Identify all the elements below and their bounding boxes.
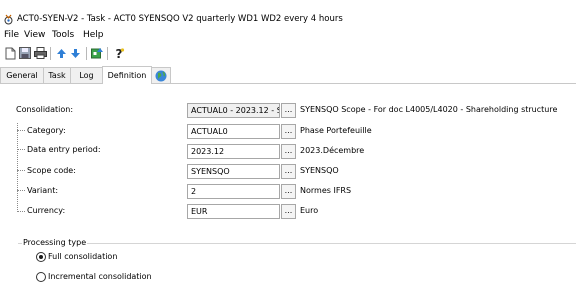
data-entry-period-field[interactable]: 2023.12 xyxy=(187,144,280,159)
help-icon[interactable]: ? xyxy=(112,46,126,60)
data-entry-period-description: 2023.Décembre xyxy=(300,146,365,155)
tab-globe[interactable] xyxy=(151,67,171,83)
variant-browse-button[interactable]: ... xyxy=(281,184,296,199)
top-strip xyxy=(0,0,576,10)
arrow-up-icon[interactable] xyxy=(54,46,68,60)
app-icon xyxy=(3,14,14,25)
menu-tools[interactable]: Tools xyxy=(52,30,74,40)
tab-log[interactable]: Log xyxy=(70,67,103,83)
consolidation-field[interactable]: ACTUAL0 - 2023.12 - S xyxy=(187,103,280,118)
variant-description: Normes IFRS xyxy=(300,186,352,195)
tree-branch xyxy=(17,170,25,172)
save-icon[interactable] xyxy=(18,46,32,60)
currency-label: Currency: xyxy=(27,206,66,215)
toolbar-separator xyxy=(107,47,108,60)
category-field[interactable]: ACTUAL0 xyxy=(187,124,280,139)
variant-label: Variant: xyxy=(27,186,59,195)
menu-bar: File View Tools Help xyxy=(0,29,576,43)
processing-type-label: Processing type xyxy=(22,238,88,247)
title-bar: ACT0-SYEN-V2 - Task - ACT0 SYENSQO V2 qu… xyxy=(0,10,576,28)
menu-view[interactable]: View xyxy=(24,30,45,40)
tab-strip: General Task Log Definition xyxy=(0,66,576,84)
menu-file[interactable]: File xyxy=(4,30,19,40)
incremental-consolidation-radio[interactable] xyxy=(36,272,46,282)
tree-branch xyxy=(17,149,25,151)
currency-field[interactable]: EUR xyxy=(187,204,280,219)
consolidation-description: SYENSQO Scope - For doc L4005/L4020 - Sh… xyxy=(300,105,558,114)
menu-help[interactable]: Help xyxy=(83,30,104,40)
tree-branch xyxy=(17,130,25,132)
data-entry-period-label: Data entry period: xyxy=(27,145,101,154)
tab-general[interactable]: General xyxy=(0,67,44,83)
scope-code-field[interactable]: SYENSQO xyxy=(187,164,280,179)
category-description: Phase Portefeuille xyxy=(300,126,372,135)
run-icon[interactable] xyxy=(90,46,104,60)
print-icon[interactable] xyxy=(33,46,47,60)
new-document-icon[interactable] xyxy=(3,46,17,60)
data-entry-period-browse-button[interactable]: ... xyxy=(281,144,296,159)
category-label: Category: xyxy=(27,126,66,135)
toolbar: ? xyxy=(0,45,576,63)
tree-branch xyxy=(17,211,25,213)
tree-branch xyxy=(17,190,25,192)
full-consolidation-radio[interactable] xyxy=(36,252,46,262)
consolidation-browse-button[interactable]: ... xyxy=(281,103,296,118)
arrow-down-icon[interactable] xyxy=(68,46,82,60)
currency-description: Euro xyxy=(300,206,319,215)
scope-code-description: SYENSQO xyxy=(300,166,339,175)
tree-connector xyxy=(17,123,19,212)
toolbar-separator xyxy=(50,47,51,60)
processing-type-group xyxy=(18,243,576,292)
toolbar-separator xyxy=(86,47,87,60)
scope-code-label: Scope code: xyxy=(27,166,76,175)
currency-browse-button[interactable]: ... xyxy=(281,204,296,219)
tab-definition[interactable]: Definition xyxy=(102,66,152,84)
window-title: ACT0-SYEN-V2 - Task - ACT0 SYENSQO V2 qu… xyxy=(17,14,343,24)
incremental-consolidation-label[interactable]: Incremental consolidation xyxy=(48,272,152,281)
scope-code-browse-button[interactable]: ... xyxy=(281,164,296,179)
full-consolidation-label[interactable]: Full consolidation xyxy=(48,252,117,261)
tab-task[interactable]: Task xyxy=(43,67,71,83)
variant-field[interactable]: 2 xyxy=(187,184,280,199)
category-browse-button[interactable]: ... xyxy=(281,124,296,139)
consolidation-label: Consolidation: xyxy=(16,105,74,114)
